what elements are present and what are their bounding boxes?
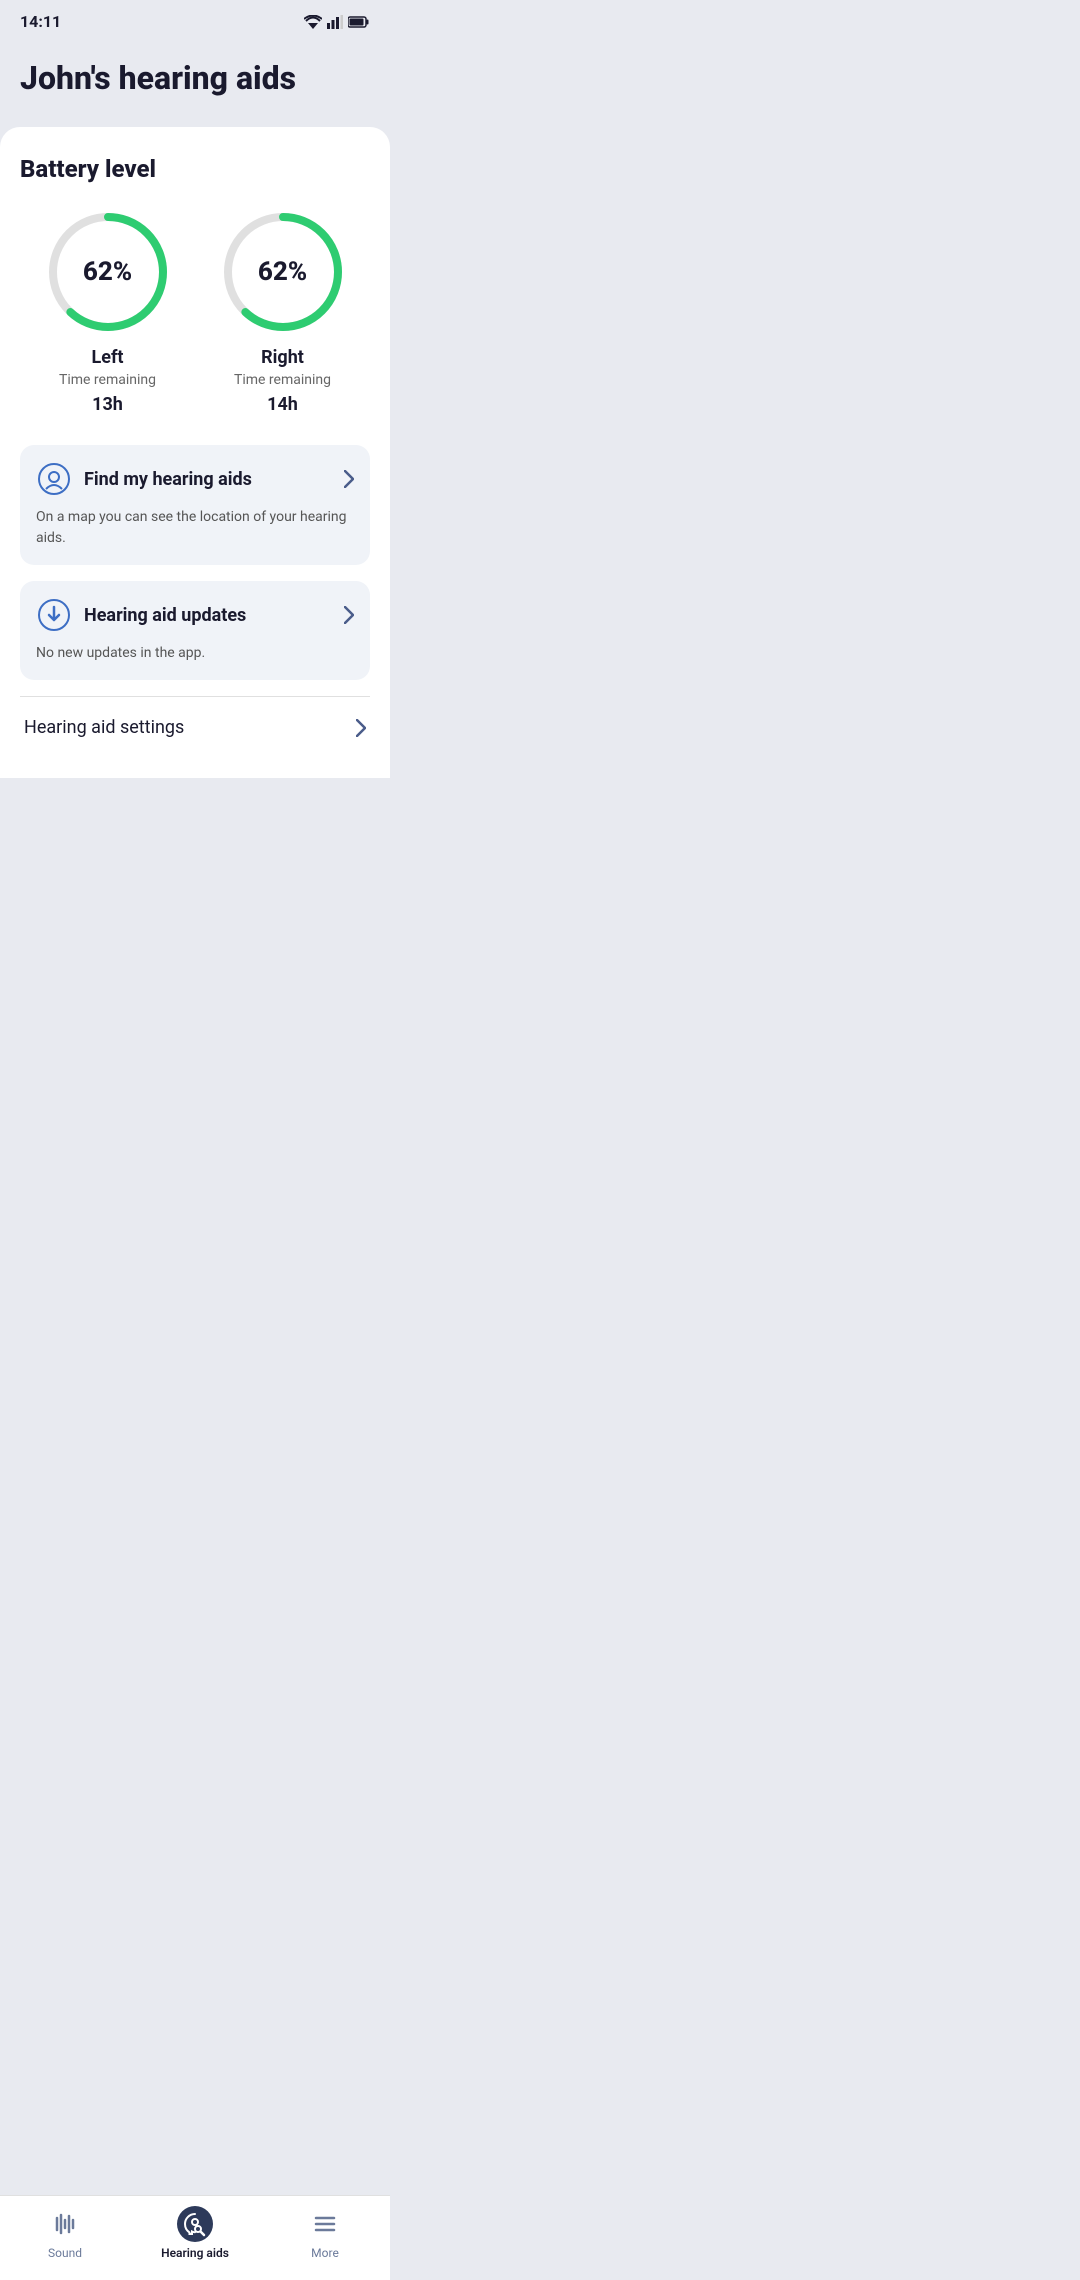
hearing-aid-updates-card[interactable]: Hearing aid updates No new updates in th… bbox=[20, 581, 370, 680]
updates-description: No new updates in the app. bbox=[36, 643, 354, 664]
hearing-aids-nav-icon bbox=[177, 2206, 213, 2242]
wifi-icon bbox=[304, 15, 322, 29]
settings-label: Hearing aid settings bbox=[24, 717, 184, 738]
nav-more-label: More bbox=[311, 2246, 339, 2260]
nav-hearing-aids-label: Hearing aids bbox=[161, 2246, 229, 2260]
find-description: On a map you can see the location of you… bbox=[36, 507, 354, 549]
find-card-header: Find my hearing aids bbox=[36, 461, 354, 497]
battery-left-remaining-label: Time remaining bbox=[59, 372, 156, 388]
page-header: John's hearing aids bbox=[0, 39, 390, 127]
hearing-aid-settings-row[interactable]: Hearing aid settings bbox=[20, 696, 370, 758]
battery-right-remaining-label: Time remaining bbox=[234, 372, 331, 388]
battery-section-title: Battery level bbox=[20, 155, 370, 183]
battery-section: 62% Left Time remaining 13h 62% Right Ti… bbox=[20, 207, 370, 415]
battery-icon bbox=[348, 16, 370, 28]
updates-chevron-icon bbox=[344, 606, 354, 624]
battery-left: 62% Left Time remaining 13h bbox=[43, 207, 173, 415]
battery-right-remaining-value: 14h bbox=[267, 394, 298, 415]
page-title: John's hearing aids bbox=[20, 59, 370, 97]
sound-nav-icon bbox=[47, 2206, 83, 2242]
battery-left-percent: 62% bbox=[83, 257, 132, 287]
updates-icon bbox=[36, 597, 72, 633]
find-card-left: Find my hearing aids bbox=[36, 461, 252, 497]
updates-card-header: Hearing aid updates bbox=[36, 597, 354, 633]
updates-title: Hearing aid updates bbox=[84, 605, 246, 626]
nav-more[interactable]: More bbox=[260, 2206, 390, 2260]
status-icons bbox=[304, 15, 370, 29]
battery-right-circle: 62% bbox=[218, 207, 348, 337]
battery-right: 62% Right Time remaining 14h bbox=[218, 207, 348, 415]
battery-left-label: Left bbox=[92, 347, 124, 368]
signal-icon bbox=[327, 15, 343, 29]
nav-sound-label: Sound bbox=[48, 2246, 82, 2260]
updates-card-left: Hearing aid updates bbox=[36, 597, 246, 633]
status-bar: 14:11 bbox=[0, 0, 390, 39]
nav-sound[interactable]: Sound bbox=[0, 2206, 130, 2260]
settings-chevron-icon bbox=[356, 719, 366, 737]
find-hearing-aids-card[interactable]: Find my hearing aids On a map you can se… bbox=[20, 445, 370, 565]
battery-right-percent: 62% bbox=[258, 257, 307, 287]
find-title: Find my hearing aids bbox=[84, 469, 252, 490]
battery-left-remaining-value: 13h bbox=[92, 394, 123, 415]
battery-right-label: Right bbox=[261, 347, 304, 368]
bottom-nav: Sound Hearing aids More bbox=[0, 2195, 390, 2280]
find-chevron-icon bbox=[344, 470, 354, 488]
find-icon bbox=[36, 461, 72, 497]
more-nav-icon bbox=[307, 2206, 343, 2242]
battery-left-circle: 62% bbox=[43, 207, 173, 337]
status-time: 14:11 bbox=[20, 12, 61, 31]
main-card: Battery level 62% Left Time remaining 13… bbox=[0, 127, 390, 778]
nav-hearing-aids[interactable]: Hearing aids bbox=[130, 2206, 260, 2260]
